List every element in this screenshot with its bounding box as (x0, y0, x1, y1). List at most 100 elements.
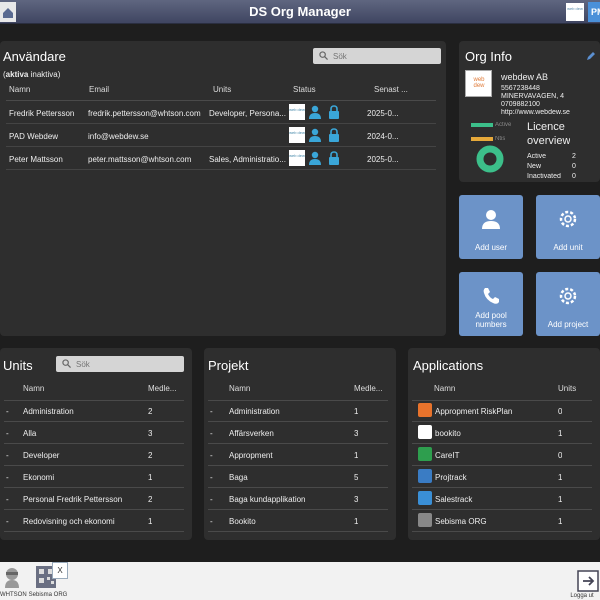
close-app-button[interactable]: X (52, 562, 68, 579)
row-dash: - (210, 451, 213, 460)
units-search[interactable] (56, 356, 184, 372)
table-row[interactable]: Peter Mattsson peter.mattsson@whtson.com S… (6, 147, 436, 170)
row-divider (208, 465, 388, 466)
logout-label[interactable]: Logga ut (564, 593, 600, 599)
units-panel: Units Namn Medle... - Administration 2 - All… (0, 348, 192, 540)
app-icon (418, 513, 432, 527)
list-item-name[interactable]: Alla (23, 429, 144, 438)
whtson-app-icon[interactable] (2, 566, 22, 590)
list-item-name[interactable]: Developer (23, 451, 144, 460)
user-status-icon[interactable] (308, 105, 322, 119)
units-title: Units (3, 358, 33, 373)
filter-active[interactable]: aktiva (6, 70, 29, 79)
units-col-count[interactable]: Medle... (148, 384, 176, 393)
list-item-name[interactable]: Sebisma ORG (435, 517, 554, 526)
table-row[interactable]: Fredrik Pettersson fredrik.pettersson@wht… (6, 101, 436, 124)
list-item-name[interactable]: Baga kundapplikation (229, 495, 350, 504)
list-item-count: 3 (354, 429, 359, 438)
units-search-input[interactable] (76, 356, 176, 372)
apps-col-namn[interactable]: Namn (434, 384, 455, 393)
licence-title-2: overview (527, 135, 571, 147)
stat-label: New (527, 163, 542, 170)
app-icon (418, 425, 432, 439)
list-item-name[interactable]: Redovisning och ekonomi (23, 517, 144, 526)
list-item-name[interactable]: Appropment RiskPlan (435, 407, 554, 416)
user-email: peter.mattsson@whtson.com (88, 155, 192, 164)
list-item-name[interactable]: Affärsverken (229, 429, 350, 438)
units-col-namn[interactable]: Namn (23, 384, 44, 393)
org-name: webdew AB (501, 72, 549, 82)
col-units[interactable]: Units (213, 85, 231, 94)
apps-header-divider (412, 400, 592, 401)
org-logo: web dew (465, 70, 492, 97)
users-search-input[interactable] (333, 48, 433, 64)
col-last[interactable]: Senast ... (374, 85, 408, 94)
row-dash: - (210, 429, 213, 438)
row-divider (412, 487, 592, 488)
list-item-name[interactable]: bookito (435, 429, 554, 438)
row-divider (4, 465, 184, 466)
row-divider (4, 509, 184, 510)
row-divider (412, 421, 592, 422)
search-icon (62, 359, 71, 368)
projects-header-divider (208, 400, 388, 401)
add-unit-button[interactable]: Add unit (536, 195, 600, 259)
list-item-count: 0 (558, 451, 563, 460)
filter-inactive[interactable]: inaktiva (31, 70, 58, 79)
table-row[interactable]: PAD Webdew info@webdew.se 2024-0... web dew (6, 124, 436, 147)
status-company-icon: web dew (289, 104, 305, 120)
users-title: Användare (3, 49, 66, 64)
list-item-name[interactable]: Bookito (229, 517, 350, 526)
user-status-icon[interactable] (308, 128, 322, 142)
list-item-name[interactable]: Personal Fredrik Pettersson (23, 495, 144, 504)
row-dash: - (210, 517, 213, 526)
list-item-name[interactable]: Baga (229, 473, 350, 482)
list-item-name[interactable]: Projtrack (435, 473, 554, 482)
app-icon (418, 447, 432, 461)
row-dash: - (6, 407, 9, 416)
lock-icon[interactable] (328, 105, 340, 119)
add-user-button[interactable]: Add user (459, 195, 523, 259)
col-status[interactable]: Status (293, 85, 316, 94)
row-dash: - (6, 517, 9, 526)
projects-col-namn[interactable]: Namn (229, 384, 250, 393)
status-company-icon: web dew (289, 150, 305, 166)
row-divider (4, 443, 184, 444)
list-item-count: 1 (148, 473, 153, 482)
list-item-count: 1 (558, 473, 563, 482)
stat-label: Active (527, 153, 547, 160)
list-item-name[interactable]: Administration (23, 407, 144, 416)
logout-icon[interactable] (577, 570, 599, 592)
stat-label: Inactivated (527, 173, 561, 180)
users-filter[interactable]: (aktiva inaktiva) (3, 70, 60, 79)
org-number: 5567238448 (501, 85, 540, 92)
list-item-name[interactable]: Appropment (229, 451, 350, 460)
add-project-label: Add project (547, 320, 589, 329)
user-status-icon[interactable] (308, 151, 322, 165)
user-units: Developer, Persona... (209, 109, 286, 118)
row-dash: - (210, 473, 213, 482)
add-pool-numbers-button[interactable]: Add pool numbers (459, 272, 523, 336)
row-divider (208, 509, 388, 510)
user-avatar[interactable]: PM (588, 2, 600, 22)
lock-icon[interactable] (328, 151, 340, 165)
row-dash: - (6, 429, 9, 438)
row-divider (208, 443, 388, 444)
users-search[interactable] (313, 48, 441, 64)
list-item-name[interactable]: Administration (229, 407, 350, 416)
list-item-name[interactable]: Ekonomi (23, 473, 144, 482)
col-namn[interactable]: Namn (9, 85, 30, 94)
org-url[interactable]: http://www.webdew.se (501, 109, 570, 116)
col-email[interactable]: Email (89, 85, 109, 94)
projects-col-count[interactable]: Medle... (354, 384, 382, 393)
org-info-panel: Org Info web dew webdew AB 5567238448 MI… (459, 41, 600, 182)
apps-col-units[interactable]: Units (558, 384, 576, 393)
add-project-button[interactable]: Add project (536, 272, 600, 336)
edit-icon[interactable] (586, 51, 596, 61)
list-item-name[interactable]: Salestrack (435, 495, 554, 504)
lock-icon[interactable] (328, 128, 340, 142)
list-item-name[interactable]: CareIT (435, 451, 554, 460)
licence-title-1: Licence (527, 121, 565, 133)
app-icon (418, 469, 432, 483)
org-phone: 0709882100 (501, 101, 540, 108)
